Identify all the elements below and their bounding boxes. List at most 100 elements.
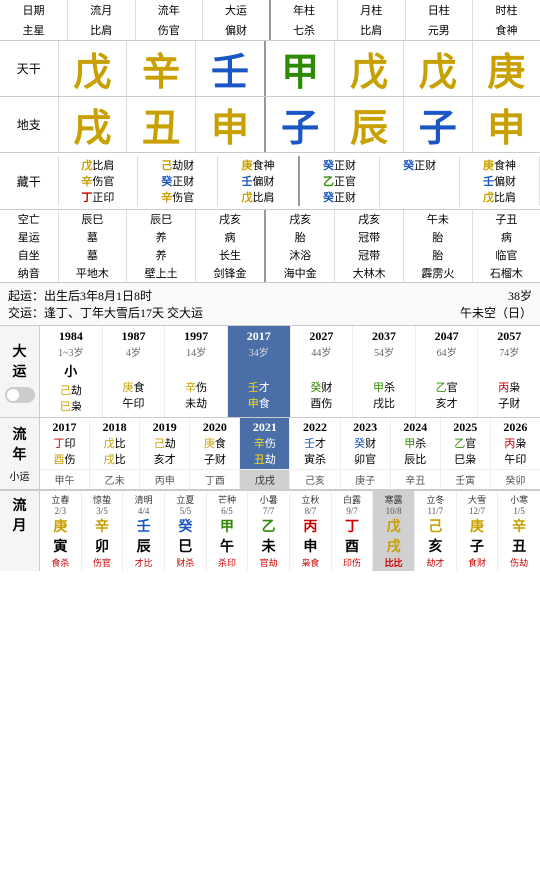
ln-2019-sub: 丙申 — [140, 470, 190, 489]
dz-nian-char: 子 — [281, 108, 319, 150]
liuyue-label: 流 月 — [0, 491, 40, 571]
dayun-col-2027: 2027 44岁 癸财 酉伤 — [291, 326, 354, 417]
liunian-label: 流 年 小运 — [0, 418, 40, 489]
ln-2018-sub: 乙未 — [90, 470, 140, 489]
ly-5: 芒种 6/5 甲 午 杀印 — [207, 491, 249, 571]
xy-dayun: 病 — [195, 228, 265, 246]
dayun-toggle[interactable] — [5, 387, 35, 403]
wukong-text: 午未空（日） — [460, 304, 532, 321]
header-liuyue-label: 流月 — [68, 0, 136, 20]
tg-liunian: 辛 — [127, 41, 196, 96]
dayun-label: 大 运 — [0, 326, 40, 417]
cg-yue: 癸正财 — [380, 156, 460, 206]
tg-liunian-char: 辛 — [142, 52, 180, 94]
zz-liuyue: 墓 — [58, 246, 127, 264]
ny-nian: 海中金 — [265, 264, 335, 282]
zz-nian: 沐浴 — [265, 246, 335, 264]
qiyun-age: 38岁 — [508, 287, 532, 304]
tg-yue: 戊 — [335, 41, 404, 96]
header-zhuxing-label: 主星 — [0, 20, 68, 40]
qiyun-label: 起运：出生后3年8月1日8时 — [8, 287, 152, 304]
ln-2026-sub: 癸卯 — [491, 470, 540, 489]
dz-shi: 申 — [472, 97, 540, 152]
dz-liuyue: 戌 — [58, 97, 127, 152]
tg-nian: 甲 — [265, 41, 335, 96]
ny-yue: 大林木 — [335, 264, 404, 282]
ny-liunian: 壁上土 — [127, 264, 196, 282]
header-shi-label: 时柱 — [473, 0, 540, 20]
dayun-col-2047: 2047 64岁 乙官 亥才 — [416, 326, 479, 417]
ln-2020: 2020 庚食 子财 — [190, 418, 240, 470]
zz-ri: 胎 — [404, 246, 473, 264]
dayun-col-1984: 1984 1~3岁 小 己劫 巳枭 — [40, 326, 103, 417]
liuyue-section: 流 月 立春 2/3 庚 寅 食杀 惊蛰 3/5 辛 卯 伤官 清明 4/4 壬… — [0, 490, 540, 571]
ln-2017-sub: 甲午 — [40, 470, 90, 489]
star-dayun: 偏财 — [203, 20, 271, 40]
zz-liunian: 养 — [127, 246, 196, 264]
tg-yue-char: 戊 — [350, 52, 388, 94]
ly-8: 白露 9/7 丁 酉 印伤 — [332, 491, 374, 571]
ln-2023: 2023 癸财 卯官 — [341, 418, 391, 470]
jiaoyun-row: 交运：逢丁、丁年大雪后17天 交大运 午未空（日） — [8, 304, 532, 321]
header-yue-label: 月柱 — [338, 0, 406, 20]
xy-ri: 胎 — [404, 228, 473, 246]
ln-2025-sub: 壬寅 — [441, 470, 491, 489]
ly-9: 寒露 10/8 戊 戌 比比 — [373, 491, 415, 571]
cg-nian: 癸正财 乙正官 癸正财 — [299, 156, 380, 206]
xy-shi: 病 — [472, 228, 540, 246]
ln-2024: 2024 甲杀 辰比 — [391, 418, 441, 470]
zz-shi: 临官 — [472, 246, 540, 264]
dz-yue-char: 辰 — [350, 108, 388, 150]
dz-nian: 子 — [265, 97, 335, 152]
tiangan-label: 天干 — [0, 41, 58, 96]
dayun-col-2037: 2037 54岁 甲杀 戌比 — [353, 326, 416, 417]
dz-liunian-char: 丑 — [142, 108, 180, 150]
xy-liuyue: 墓 — [58, 228, 127, 246]
tg-dayun: 壬 — [195, 41, 265, 96]
ly-10: 立冬 11/7 己 亥 劫才 — [415, 491, 457, 571]
kw-liunian: 辰巳 — [127, 210, 196, 228]
dayun-section: 大 运 1984 1~3岁 小 己劫 巳枭 1987 4岁 庚食 — [0, 326, 540, 418]
star-liuyue: 比肩 — [68, 20, 136, 40]
tg-liuyue-char: 戊 — [73, 52, 111, 94]
cg-ri: 庚食神 壬偏财 戊比肩 — [460, 156, 540, 206]
header-ri-label: 日柱 — [405, 0, 473, 20]
tg-shi: 庚 — [472, 41, 540, 96]
dz-liunian: 丑 — [127, 97, 196, 152]
ny-shi: 石榴木 — [472, 264, 540, 282]
ln-2022-sub: 己亥 — [290, 470, 340, 489]
header-liunian-label: 流年 — [135, 0, 203, 20]
dz-dayun-char: 申 — [211, 108, 249, 150]
ln-2022: 2022 壬才 寅杀 — [290, 418, 340, 470]
ly-11: 大雪 12/7 庚 子 食财 — [457, 491, 499, 571]
xy-yue: 冠带 — [335, 228, 404, 246]
ln-2026: 2026 丙枭 午印 — [491, 418, 540, 470]
ly-6: 小暑 7/7 乙 未 官劫 — [248, 491, 290, 571]
ln-2024-sub: 辛丑 — [391, 470, 441, 489]
star-shi: 食神 — [473, 20, 540, 40]
canggan-label: 藏干 — [0, 156, 58, 206]
kw-shi: 子丑 — [472, 210, 540, 228]
ln-2021-sub: 戊戌 — [240, 470, 290, 489]
dz-shi-char: 申 — [487, 108, 525, 150]
ln-2020-sub: 丁酉 — [190, 470, 240, 489]
ly-12: 小寒 1/5 辛 丑 伤劫 — [498, 491, 540, 571]
ln-2023-sub: 庚子 — [341, 470, 391, 489]
canggan-section: 藏干 戊比肩 辛伤官 丁正印 己劫财 癸正财 辛伤官 庚食神 壬偏财 戊比肩 癸… — [0, 153, 540, 210]
kwsec: 空亡 辰巳 辰巳 戌亥 戌亥 戌亥 午未 子丑 星运 墓 养 病 胎 冠带 胎 … — [0, 210, 540, 283]
kw-dayun: 戌亥 — [195, 210, 265, 228]
tg-dayun-char: 壬 — [211, 52, 249, 94]
dz-dayun: 申 — [195, 97, 265, 152]
kw-liuyue: 辰巳 — [58, 210, 127, 228]
kw-ri: 午未 — [404, 210, 473, 228]
star-nian: 七杀 — [270, 20, 338, 40]
ln-2025: 2025 乙官 巳枭 — [441, 418, 491, 470]
xy-nian: 胎 — [265, 228, 335, 246]
ly-4: 立夏 5/5 癸 巳 财杀 — [165, 491, 207, 571]
ln-2018: 2018 戊比 戌比 — [90, 418, 140, 470]
nayin-label: 纳音 — [0, 264, 58, 282]
dz-liuyue-char: 戌 — [73, 108, 111, 150]
liunian-cols: 2017 丁印 酉伤 2018 戊比 戌比 2019 己劫 亥才 2020 庚食… — [40, 418, 540, 489]
dizhi-section: 地支 戌 丑 申 子 辰 子 申 — [0, 97, 540, 153]
ln-2019: 2019 己劫 亥才 — [140, 418, 190, 470]
